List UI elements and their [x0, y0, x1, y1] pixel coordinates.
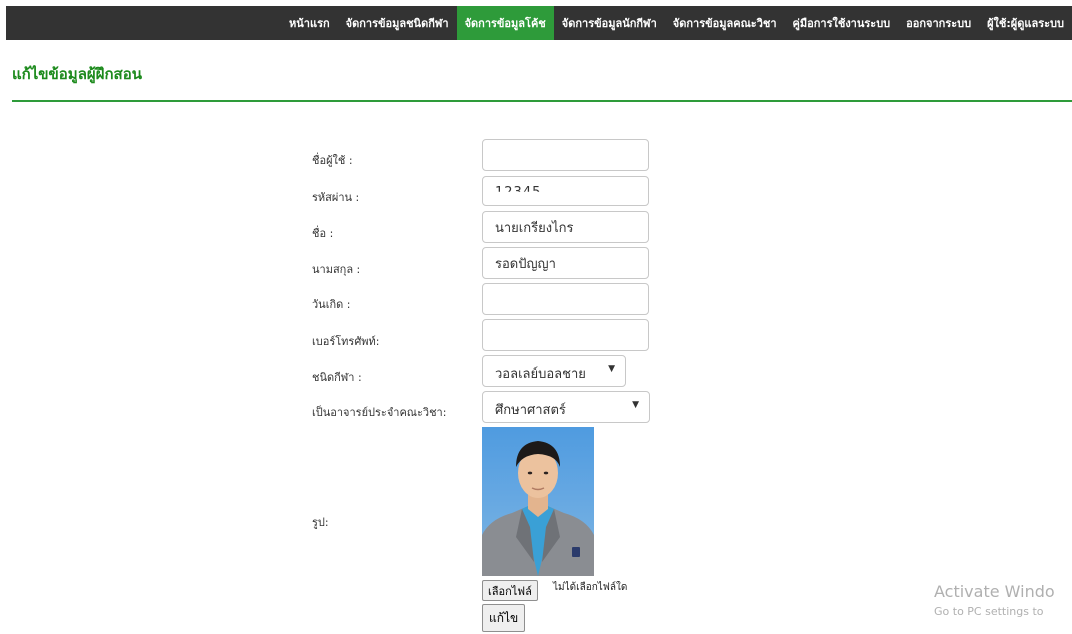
- nav-item-home[interactable]: หน้าแรก: [281, 6, 338, 40]
- birthdate-input[interactable]: [482, 283, 649, 315]
- first-name-input[interactable]: [482, 211, 649, 243]
- title-divider: [12, 100, 1072, 102]
- nav-item-user[interactable]: ผู้ใช้:ผู้ดูแลระบบ: [979, 6, 1072, 40]
- chevron-down-icon: ▼: [632, 400, 639, 410]
- birthdate-label: วันเกิด :: [312, 298, 351, 311]
- password-label: รหัสผ่าน :: [312, 191, 360, 204]
- nav-item-coaches[interactable]: จัดการข้อมูลโค้ช: [456, 6, 554, 40]
- page-title: แก้ไขข้อมูลผู้ฝึกสอน: [12, 65, 142, 83]
- phone-label: เบอร์โทรศัพท์:: [312, 335, 380, 348]
- choose-file-button[interactable]: เลือกไฟล์: [482, 580, 538, 601]
- nav-item-sport-types[interactable]: จัดการข้อมูลชนิดกีฬา: [338, 6, 457, 40]
- username-input[interactable]: [482, 139, 649, 171]
- username-label: ชื่อผู้ใช้ :: [312, 154, 353, 167]
- password-input[interactable]: 12345: [482, 176, 649, 206]
- chevron-down-icon: ▼: [608, 364, 615, 374]
- photo-label: รูป:: [312, 516, 329, 529]
- nav-item-manual[interactable]: คู่มือการใช้งานระบบ: [785, 6, 899, 40]
- sport-type-select[interactable]: วอลเลย์บอลชาย ▼: [482, 355, 626, 387]
- watermark-subtitle: Go to PC settings to: [934, 605, 1044, 618]
- last-name-label: นามสกุล :: [312, 263, 361, 276]
- first-name-label: ชื่อ :: [312, 227, 334, 240]
- nav-item-athletes[interactable]: จัดการข้อมูลนักกีฬา: [554, 6, 665, 40]
- faculty-label: เป็นอาจารย์ประจำคณะวิชา:: [312, 406, 447, 419]
- watermark-title: Activate Windo: [934, 582, 1055, 601]
- windows-activation-watermark: Activate Windo Go to PC settings to: [934, 582, 1055, 620]
- faculty-select[interactable]: ศึกษาศาสตร์ ▼: [482, 391, 650, 423]
- edit-submit-button[interactable]: แก้ไข: [482, 604, 526, 632]
- page: หน้าแรก จัดการข้อมูลชนิดกีฬา จัดการข้อมู…: [0, 0, 1072, 634]
- nav-item-logout[interactable]: ออกจากระบบ: [898, 6, 979, 40]
- file-status-text: ไม่ได้เลือกไฟล์ใด: [553, 582, 628, 593]
- nav-item-faculties[interactable]: จัดการข้อมูลคณะวิชา: [665, 6, 785, 40]
- last-name-input[interactable]: [482, 247, 649, 279]
- phone-input[interactable]: [482, 319, 649, 351]
- top-navbar: หน้าแรก จัดการข้อมูลชนิดกีฬา จัดการข้อมู…: [6, 6, 1072, 40]
- coach-photo: [482, 427, 594, 576]
- sport-type-label: ชนิดกีฬา :: [312, 371, 362, 384]
- nav-menu: หน้าแรก จัดการข้อมูลชนิดกีฬา จัดการข้อมู…: [281, 6, 1072, 40]
- sport-type-selected: วอลเลย์บอลชาย: [495, 367, 586, 382]
- faculty-selected: ศึกษาศาสตร์: [495, 403, 566, 418]
- person-portrait-icon: [482, 427, 594, 576]
- password-value: 12345: [495, 185, 542, 200]
